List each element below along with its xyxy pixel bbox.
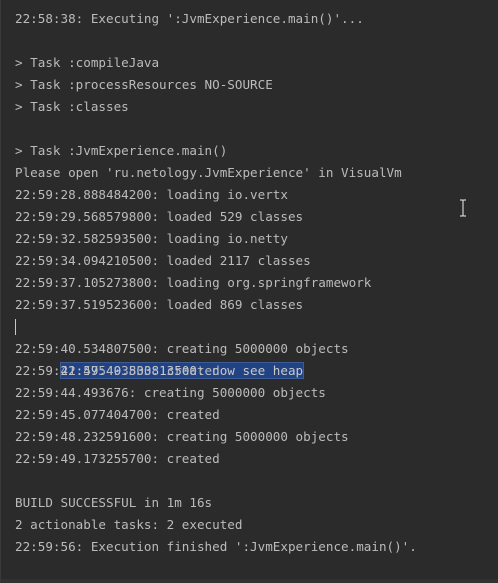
console-line-loaded-529: 22:59:29.568579800: loaded 529 classes [15, 209, 304, 224]
console-line-blank [15, 470, 494, 492]
console-line-loading-spring: 22:59:37.105273800: loading org.springfr… [15, 275, 372, 290]
console-line-blank [15, 30, 494, 52]
console-line-created: 22:59:45.077404700: created [15, 407, 220, 422]
console-line-task-classes: > Task :classes [15, 99, 129, 114]
console-line-creating-objects: 22:59:44.493676: creating 5000000 object… [15, 385, 326, 400]
console-line-task-compile: > Task :compileJava [15, 55, 160, 70]
console-line-blank [15, 118, 494, 140]
console-line-actionable-tasks: 2 actionable tasks: 2 executed [15, 517, 243, 532]
console-line-loading-vertx: 22:59:28.888484200: loading io.vertx [15, 187, 288, 202]
text-caret [15, 319, 16, 335]
console-line-created: 22:59:41.475493800: created [15, 363, 220, 378]
console-line-task-main: > Task :JvmExperience.main() [15, 143, 228, 158]
console-line-now-see-heap[interactable]: 22:59:40.533813500: now see heap [15, 316, 494, 379]
console-line-execution-finished: 22:59:56: Execution finished ':JvmExperi… [15, 539, 417, 554]
console-lines: 22:58:38: Executing ':JvmExperience.main… [15, 8, 494, 558]
bottom-edge [1, 579, 498, 583]
console-line-task-resources: > Task :processResources NO-SOURCE [15, 77, 273, 92]
console-line-open-visualvm: Please open 'ru.netology.JvmExperience' … [15, 165, 402, 180]
console-line-loaded-2117: 22:59:34.094210500: loaded 2117 classes [15, 253, 311, 268]
console-line-build-successful: BUILD SUCCESSFUL in 1m 16s [15, 495, 213, 510]
console-line-created: 22:59:49.173255700: created [15, 451, 220, 466]
run-console-output[interactable]: 22:58:38: Executing ':JvmExperience.main… [0, 0, 498, 583]
console-line-creating-objects: 22:59:40.534807500: creating 5000000 obj… [15, 341, 349, 356]
console-line-loading-netty: 22:59:32.582593500: loading io.netty [15, 231, 288, 246]
console-line-loaded-869: 22:59:37.519523600: loaded 869 classes [15, 297, 304, 312]
console-line-executing: 22:58:38: Executing ':JvmExperience.main… [15, 11, 364, 26]
text-cursor-icon [460, 199, 466, 217]
console-line-creating-objects: 22:59:48.232591600: creating 5000000 obj… [15, 429, 349, 444]
